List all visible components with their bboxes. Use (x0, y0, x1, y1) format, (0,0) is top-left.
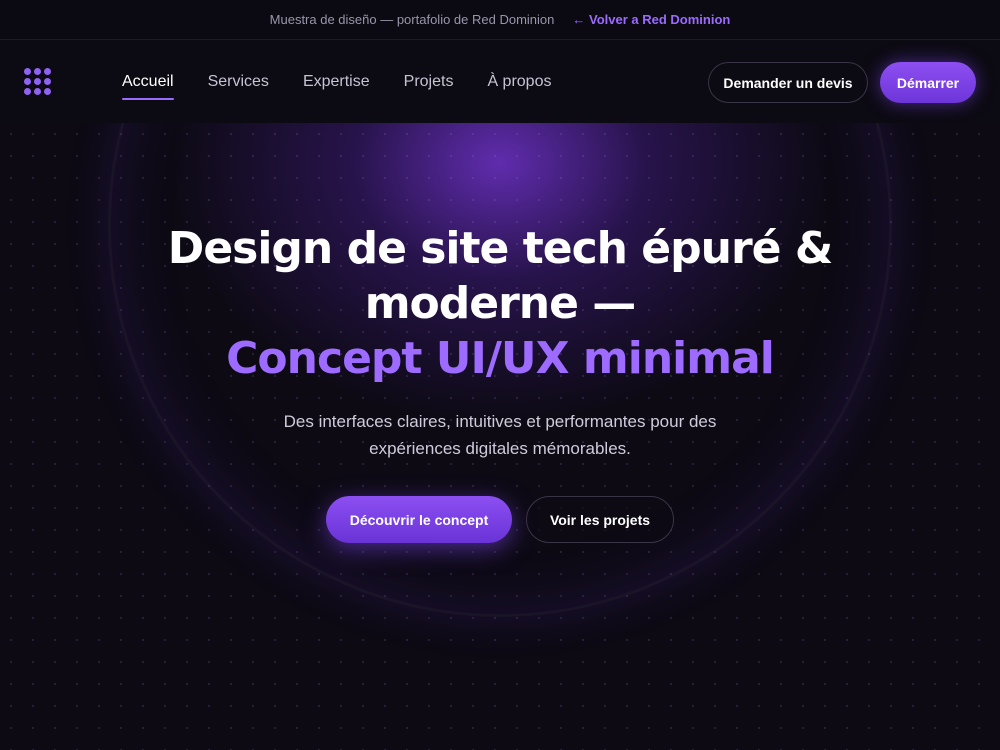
hero-section: Design de site tech épuré & moderne — Co… (0, 123, 1000, 750)
hero-title-line-2: moderne — (364, 278, 637, 329)
banner-text: Muestra de diseño — portafolio de Red Do… (269, 12, 555, 27)
request-quote-button[interactable]: Demander un devis (708, 62, 868, 103)
view-projects-button[interactable]: Voir les projets (526, 496, 674, 543)
hero-title-line-1: Design de site tech épuré & (167, 223, 833, 274)
hero-subtitle: Des interfaces claires, intuitives et pe… (283, 412, 717, 458)
hero-title-accent: Concept UI/UX minimal (226, 333, 775, 384)
nav-link-expertise[interactable]: Expertise (303, 73, 370, 91)
hero-title: Design de site tech épuré & moderne — Co… (100, 221, 900, 386)
nav-link-projets[interactable]: Projets (404, 73, 454, 91)
discover-concept-button[interactable]: Découvrir le concept (326, 496, 512, 543)
dot-grid-icon[interactable] (24, 68, 51, 95)
nav-link-a-propos[interactable]: À propos (487, 73, 551, 91)
nav-link-services[interactable]: Services (208, 73, 269, 91)
top-banner: Muestra de diseño — portafolio de Red Do… (0, 0, 1000, 40)
back-to-red-dominion-link[interactable]: ← Volver a Red Dominion (572, 12, 730, 27)
nav-links: Accueil Services Expertise Projets À pro… (122, 41, 585, 123)
start-button[interactable]: Démarrer (880, 62, 976, 103)
main-navbar: Accueil Services Expertise Projets À pro… (0, 41, 1000, 123)
nav-link-accueil[interactable]: Accueil (122, 73, 174, 100)
